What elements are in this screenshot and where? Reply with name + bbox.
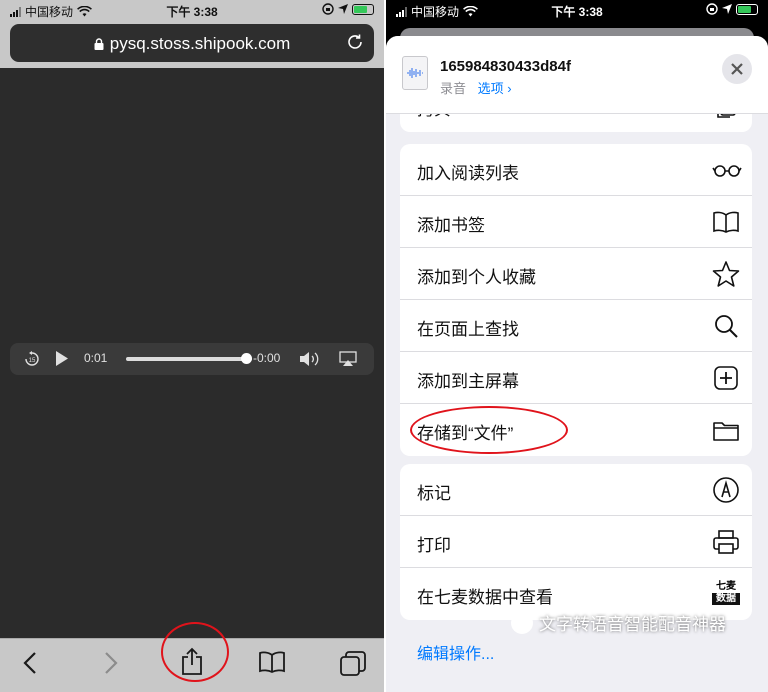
action-label: 添加到主屏幕 bbox=[417, 372, 519, 391]
safari-toolbar bbox=[0, 622, 384, 692]
book-icon bbox=[713, 211, 739, 233]
skip-seconds-label: 15 bbox=[29, 358, 36, 364]
remaining-time: -0:00 bbox=[253, 351, 281, 365]
close-button[interactable] bbox=[722, 54, 752, 84]
markup-pen-icon bbox=[713, 477, 739, 503]
action-label: 在页面上查找 bbox=[417, 320, 519, 339]
options-label: 选项 bbox=[477, 81, 504, 96]
status-right bbox=[322, 3, 374, 15]
url-text: pysq.stoss.shipook.com bbox=[109, 34, 291, 53]
action-label: 添加书签 bbox=[417, 216, 485, 235]
skip-back-15-icon[interactable]: 15 bbox=[24, 351, 40, 367]
play-icon[interactable] bbox=[56, 351, 68, 366]
qimai-logo-icon: 七麦 数据 bbox=[712, 581, 740, 609]
audio-file-icon bbox=[402, 56, 428, 90]
folder-icon bbox=[713, 422, 739, 441]
airplay-icon[interactable] bbox=[339, 351, 357, 367]
file-name: 165984830433d84f bbox=[440, 58, 571, 75]
options-link[interactable]: 选项 › bbox=[478, 81, 512, 96]
status-bar-dark: 中国移动 下午 3:38 bbox=[386, 0, 768, 20]
action-row-add-home[interactable]: 添加到主屏幕 bbox=[400, 352, 752, 404]
address-bar[interactable]: pysq.stoss.shipook.com bbox=[10, 24, 374, 62]
save-highlight-circle bbox=[410, 406, 568, 454]
tabs-icon[interactable] bbox=[340, 651, 366, 677]
action-row-markup[interactable]: 标记 bbox=[400, 464, 752, 516]
share-sheet-header: 165984830433d84f 录音 选项 › bbox=[386, 36, 768, 114]
file-subtitle: 录音 选项 › bbox=[440, 78, 512, 97]
location-icon-dark bbox=[722, 4, 732, 14]
share-highlight-circle bbox=[161, 622, 229, 682]
chevron-right-icon: › bbox=[507, 81, 512, 96]
action-row-print[interactable]: 打印 bbox=[400, 516, 752, 568]
qimai-logo-bottom: 数据 bbox=[712, 593, 740, 605]
reload-icon[interactable] bbox=[346, 33, 364, 51]
printer-icon bbox=[713, 530, 739, 554]
star-icon bbox=[712, 261, 740, 287]
close-icon bbox=[731, 63, 743, 75]
qimai-logo-top: 七麦 bbox=[716, 581, 736, 592]
edit-actions-link[interactable]: 编辑操作... bbox=[417, 640, 494, 664]
action-label: 打印 bbox=[417, 536, 451, 555]
battery-icon-dark bbox=[736, 3, 758, 15]
action-row-find-on-page[interactable]: 在页面上查找 bbox=[400, 300, 752, 352]
progress-thumb[interactable] bbox=[240, 353, 252, 364]
action-row-save-to-files[interactable]: 存储到“文件” bbox=[400, 404, 752, 456]
plus-square-icon bbox=[714, 366, 738, 390]
action-row-reading-list[interactable]: 加入阅读列表 bbox=[400, 144, 752, 196]
action-row-bookmark[interactable]: 添加书签 bbox=[400, 196, 752, 248]
battery-icon bbox=[352, 3, 374, 15]
actions-group-2: 标记 打印 在七麦数据中查看 七麦 数据 bbox=[400, 464, 752, 620]
wechat-icon bbox=[511, 611, 533, 634]
safari-screen: 中国移动 下午 3:38 pysq.stoss.shipook.com 15 0… bbox=[0, 0, 384, 692]
location-icon bbox=[338, 4, 348, 14]
progress-track[interactable] bbox=[126, 357, 252, 361]
status-right-dark bbox=[706, 3, 758, 15]
magnifier-icon bbox=[715, 315, 738, 338]
action-label: 在七麦数据中查看 bbox=[417, 588, 553, 607]
action-label: 添加到个人收藏 bbox=[417, 268, 536, 287]
watermark-text: 文字转语音智能配音神器 bbox=[539, 615, 726, 634]
file-type: 录音 bbox=[440, 81, 467, 96]
url-bar-area: pysq.stoss.shipook.com bbox=[0, 20, 384, 68]
audio-player: 15 0:01 -0:00 bbox=[10, 343, 374, 375]
volume-icon[interactable] bbox=[300, 351, 322, 367]
back-icon[interactable] bbox=[22, 651, 38, 675]
wechat-watermark: 文字转语音智能配音神器 bbox=[511, 610, 726, 635]
share-screen: 中国移动 下午 3:38 拷贝 165984830433d84f 录音 选项 › bbox=[386, 0, 768, 692]
elapsed-time: 0:01 bbox=[84, 351, 108, 365]
action-label: 加入阅读列表 bbox=[417, 164, 519, 183]
forward-icon[interactable] bbox=[103, 651, 119, 675]
share-sheet: 拷贝 165984830433d84f 录音 选项 › 加入阅读列表 bbox=[386, 36, 768, 692]
url-display: pysq.stoss.shipook.com bbox=[10, 34, 374, 54]
bookmarks-icon[interactable] bbox=[259, 651, 285, 673]
status-bar: 中国移动 下午 3:38 bbox=[0, 0, 384, 20]
rotation-lock-icon bbox=[322, 3, 334, 15]
action-label: 标记 bbox=[417, 484, 451, 503]
glasses-icon bbox=[712, 165, 742, 177]
action-row-favorites[interactable]: 添加到个人收藏 bbox=[400, 248, 752, 300]
lock-icon bbox=[94, 38, 104, 50]
rotation-lock-icon-dark bbox=[706, 3, 718, 15]
actions-group-1: 加入阅读列表 添加书签 添加到个人收藏 在页面上查找 添加到主屏幕 存储到“文件… bbox=[400, 144, 752, 456]
